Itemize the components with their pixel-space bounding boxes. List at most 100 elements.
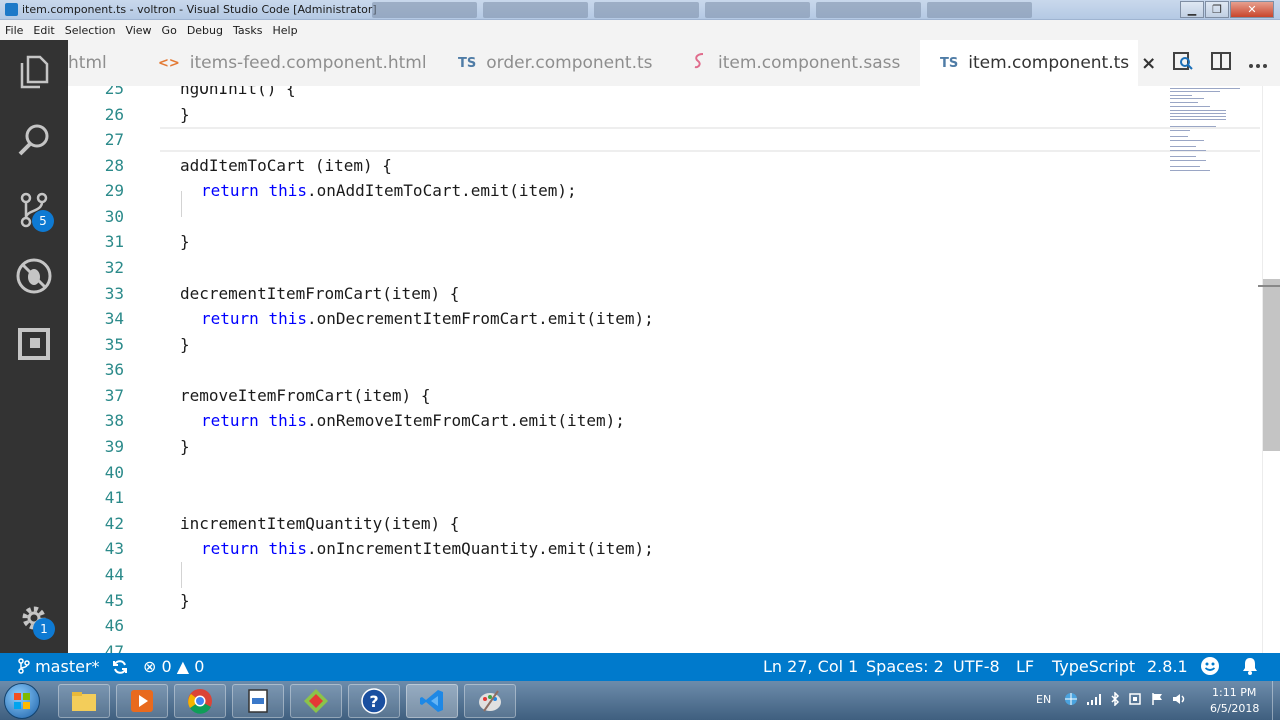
tab-item-component-sass[interactable]: item.component.sass [672, 40, 920, 86]
file-explorer-taskbar-button[interactable] [58, 684, 110, 718]
keyword: this [268, 181, 307, 200]
activity-bar: 5 1 [0, 40, 68, 653]
menu-item-tasks[interactable]: Tasks [233, 24, 262, 37]
tab-order-component-ts[interactable]: TS order.component.ts [438, 40, 672, 86]
menu-bar: File Edit Selection View Go Debug Tasks … [0, 20, 1280, 40]
problems-indicator[interactable]: ⊗ 0 ▲ 0 [143, 653, 204, 681]
vertical-scrollbar[interactable] [1262, 86, 1280, 653]
clock-date[interactable]: 6/5/2018 [1210, 702, 1259, 715]
code-rest: .onDecrementItemFromCart.emit(item); [306, 309, 654, 328]
menu-item-edit[interactable]: Edit [33, 24, 54, 37]
close-tab-icon[interactable]: × [1141, 53, 1156, 74]
settings-gear-icon[interactable]: 1 [0, 588, 68, 648]
vscode-taskbar-button[interactable] [406, 684, 458, 718]
minimap[interactable] [1170, 86, 1250, 186]
end-of-line-setting[interactable]: LF [1016, 653, 1034, 681]
code-text: } [180, 591, 190, 610]
tab-item-component-ts[interactable]: TS item.component.ts × [920, 40, 1156, 86]
menu-item-selection[interactable]: Selection [65, 24, 116, 37]
code-line: 43 return this.onIncrementItemQuantity.em… [68, 536, 1168, 562]
help-icon: ? [361, 688, 387, 714]
background-tab[interactable] [483, 2, 588, 18]
maximize-button[interactable]: ❐ [1205, 1, 1229, 18]
menu-item-help[interactable]: Help [272, 24, 297, 37]
line-number: 47 [104, 642, 124, 653]
menu-item-view[interactable]: View [125, 24, 151, 37]
tab-html[interactable]: html [68, 40, 138, 86]
settings-badge: 1 [33, 618, 55, 640]
sync-icon[interactable] [112, 653, 128, 681]
line-number: 34 [104, 309, 124, 328]
cursor-position[interactable]: Ln 27, Col 1 [763, 653, 858, 681]
line-number: 27 [104, 130, 124, 149]
more-actions-icon[interactable] [1248, 54, 1268, 73]
explorer-icon[interactable] [0, 42, 68, 102]
code-line: 28 addItemToCart (item) { [68, 153, 1168, 179]
keyword: return [201, 539, 259, 558]
indentation-setting[interactable]: Spaces: 2 [866, 653, 944, 681]
language-mode[interactable]: TypeScript [1052, 653, 1135, 681]
extensions-icon[interactable] [0, 314, 68, 374]
scrollbar-thumb[interactable] [1263, 279, 1280, 451]
minimap-line [1170, 170, 1210, 171]
chrome-taskbar-button[interactable] [174, 684, 226, 718]
git-branch-indicator[interactable]: master* [18, 653, 100, 681]
volume-icon[interactable] [1172, 692, 1188, 706]
source-control-icon[interactable]: 5 [0, 180, 68, 240]
feedback-smiley-icon[interactable] [1200, 653, 1220, 681]
minimize-button[interactable]: ▁ [1180, 1, 1204, 18]
code-editor[interactable]: 25 ngOnInit() { 26} 27 28 addItemToCart (i… [68, 86, 1280, 653]
code-line: 37 removeItemFromCart(item) { [68, 383, 1168, 409]
minimap-line [1170, 130, 1190, 131]
menu-item-file[interactable]: File [5, 24, 23, 37]
document-app-taskbar-button[interactable] [232, 684, 284, 718]
code-text: return this.onAddItemToCart.emit(item); [201, 178, 577, 204]
bluetooth-icon[interactable] [1110, 692, 1120, 706]
editor-actions [1172, 40, 1280, 86]
background-tab[interactable] [594, 2, 699, 18]
code-line: 36 [68, 357, 1168, 383]
device-icon[interactable] [1128, 692, 1142, 706]
minimap-line [1170, 102, 1198, 103]
tab-items-feed-component-html[interactable]: <> items-feed.component.html [138, 40, 438, 86]
encoding-setting[interactable]: UTF-8 [953, 653, 1000, 681]
line-number: 45 [104, 591, 124, 610]
clock-time[interactable]: 1:11 PM [1212, 686, 1256, 699]
menu-item-debug[interactable]: Debug [187, 24, 223, 37]
media-player-taskbar-button[interactable] [116, 684, 168, 718]
minimap-line [1170, 166, 1200, 167]
line-number: 42 [104, 514, 124, 533]
action-center-flag-icon[interactable] [1150, 692, 1164, 706]
background-tab[interactable] [705, 2, 810, 18]
show-desktop-button[interactable] [1272, 681, 1280, 720]
window-title: item.component.ts - voltron - Visual Stu… [22, 3, 377, 16]
code-text: } [180, 335, 190, 354]
open-preview-icon[interactable] [1172, 50, 1194, 76]
signal-strength-icon[interactable] [1086, 693, 1102, 705]
paint-palette-icon [479, 690, 501, 712]
input-language[interactable]: EN [1036, 693, 1051, 706]
close-window-button[interactable]: ✕ [1230, 1, 1274, 18]
notifications-bell-icon[interactable] [1241, 653, 1259, 681]
minimap-line [1170, 95, 1192, 96]
paint-taskbar-button[interactable] [464, 684, 516, 718]
menu-item-go[interactable]: Go [162, 24, 177, 37]
network-globe-icon[interactable] [1064, 692, 1078, 706]
line-number: 32 [104, 258, 124, 277]
split-editor-icon[interactable] [1210, 51, 1232, 75]
typescript-version[interactable]: 2.8.1 [1147, 653, 1188, 681]
editor-tabs: html <> items-feed.component.html TS ord… [68, 40, 1280, 86]
search-icon[interactable] [0, 110, 68, 170]
app-taskbar-button[interactable] [290, 684, 342, 718]
code-text: return this.onRemoveItemFromCart.emit(it… [201, 408, 625, 434]
document-icon [248, 689, 268, 713]
start-button[interactable] [4, 683, 40, 719]
tab-label: item.component.ts [968, 53, 1130, 73]
debug-icon[interactable] [0, 246, 68, 306]
window-titlebar: item.component.ts - voltron - Visual Stu… [0, 0, 1280, 20]
background-tab[interactable] [927, 2, 1032, 18]
background-tab[interactable] [816, 2, 921, 18]
minimap-line [1170, 160, 1206, 161]
help-taskbar-button[interactable]: ? [348, 684, 400, 718]
background-tab[interactable] [372, 2, 477, 18]
